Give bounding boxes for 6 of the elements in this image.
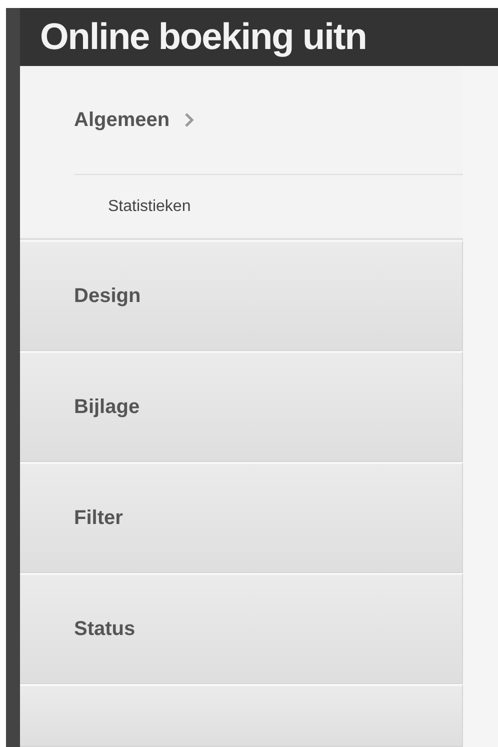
chevron-icon	[184, 113, 194, 127]
sidebar-item[interactable]: Filter	[20, 462, 463, 573]
page-title: Online boeking uitn	[40, 16, 366, 58]
sidebar-item[interactable]: Bijlage	[20, 351, 463, 462]
sidebar-item[interactable]: Design	[20, 240, 463, 351]
sidebar-item[interactable]: Status	[20, 573, 463, 684]
